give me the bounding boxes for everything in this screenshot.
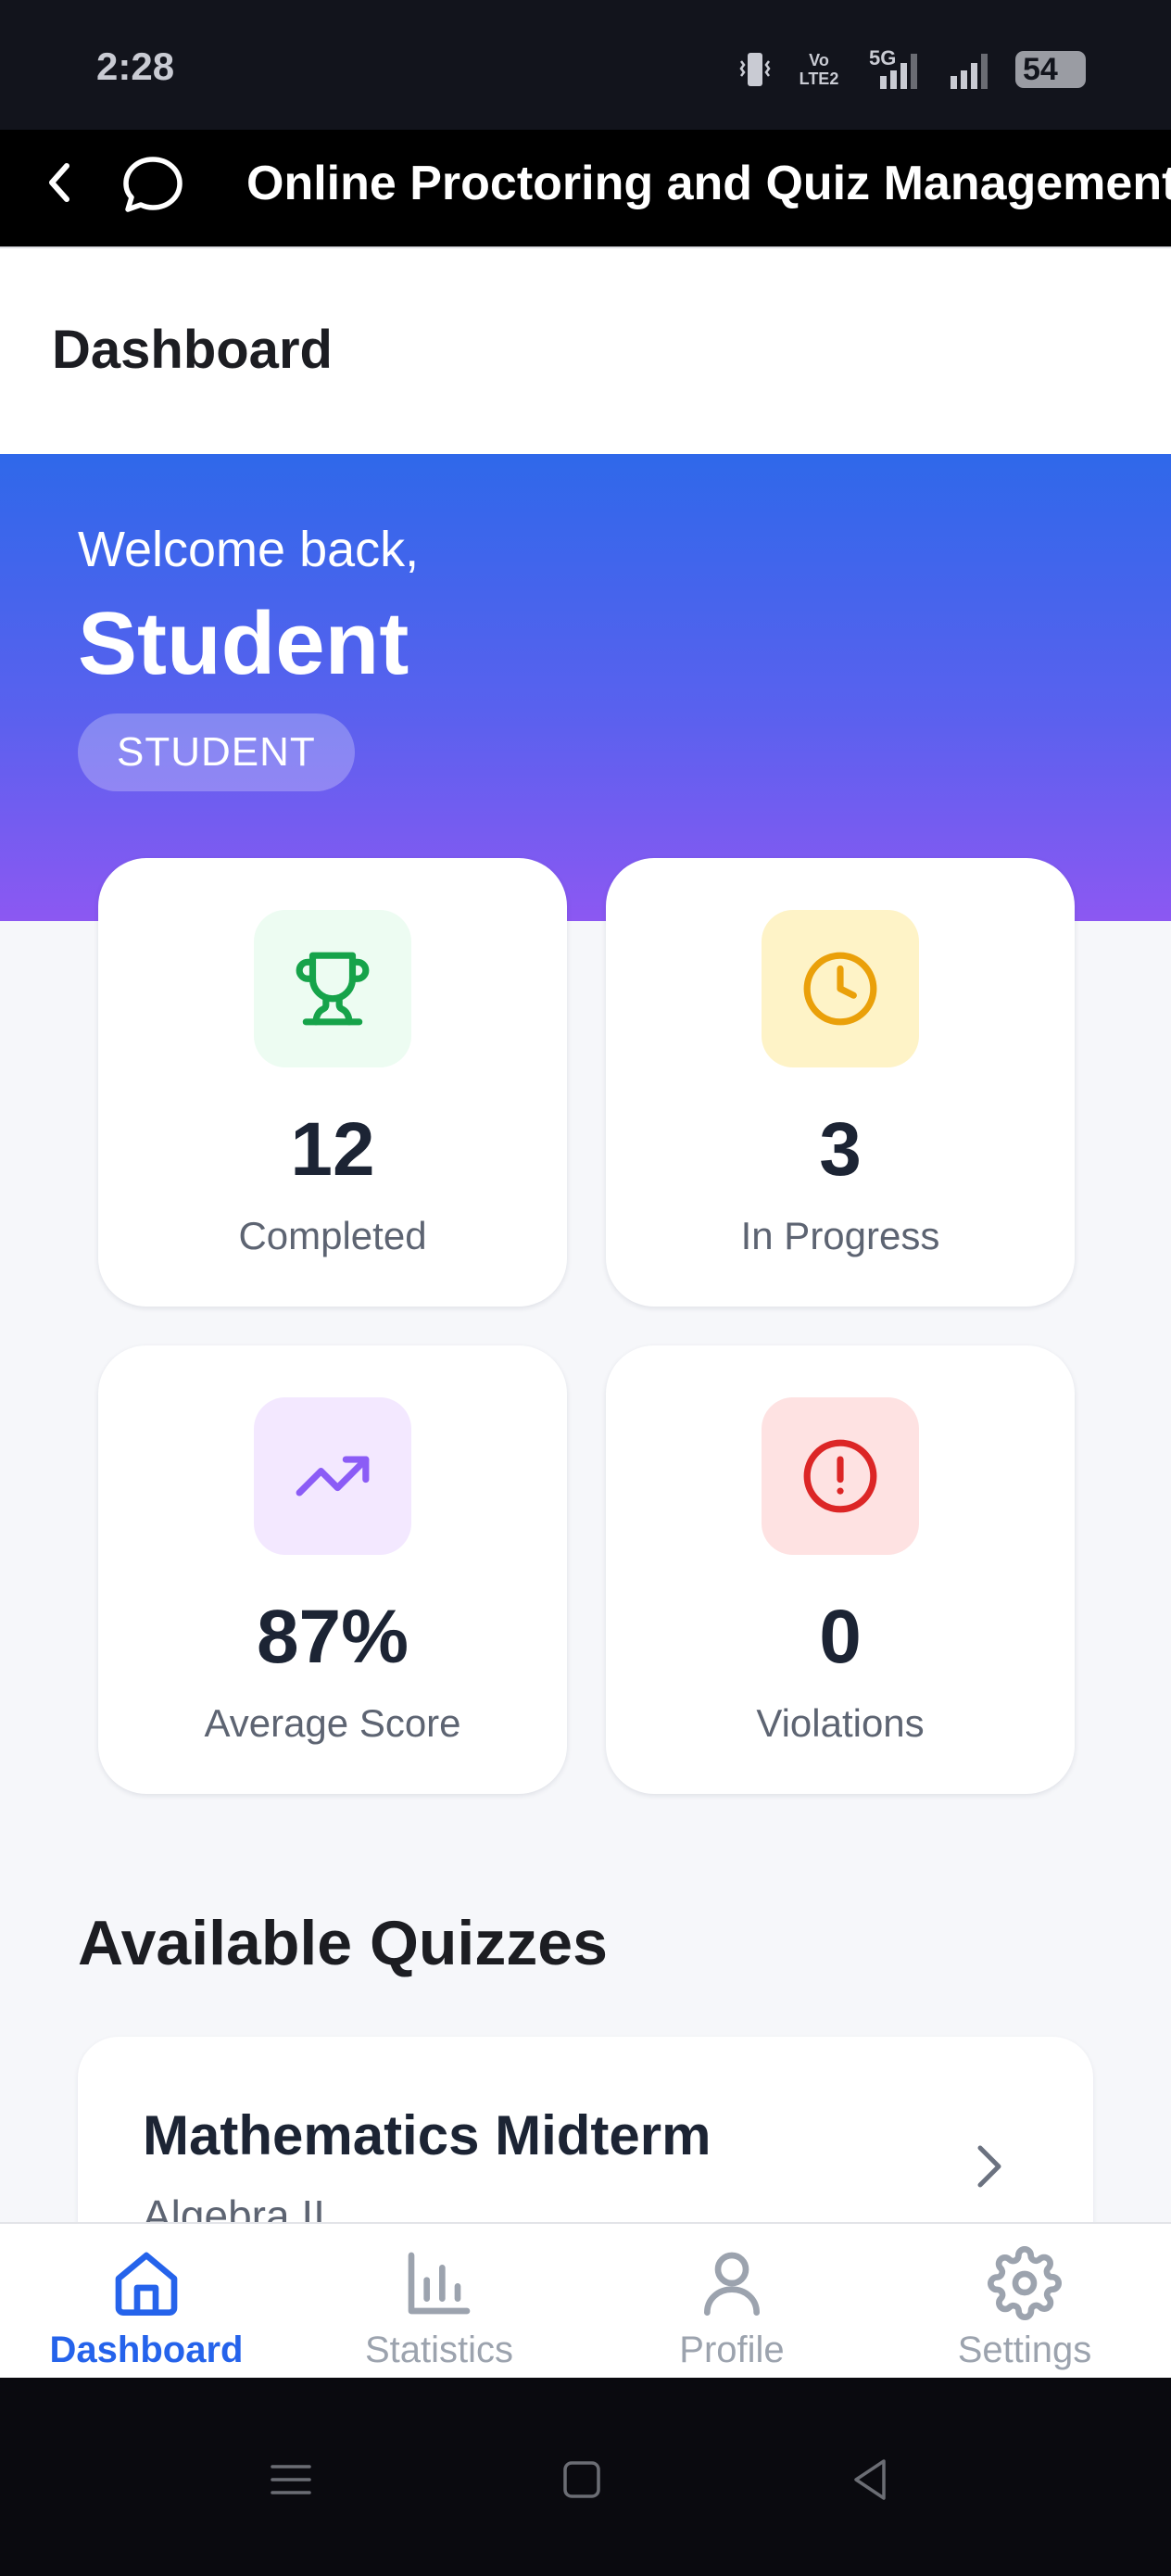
- signal-icon-secondary: [951, 54, 988, 89]
- nav-item-dashboard[interactable]: Dashboard: [0, 2224, 293, 2378]
- quiz-title: Mathematics Midterm: [143, 2104, 711, 2166]
- quiz-subtitle: Algebra II: [143, 2191, 325, 2222]
- signal-icon: [880, 54, 917, 89]
- nav-label: Statistics: [364, 2330, 514, 2370]
- vibrate-icon: [739, 53, 771, 86]
- stat-card-in-progress[interactable]: 3 In Progress: [606, 858, 1075, 1307]
- welcome-banner: Welcome back, Student STUDENT: [0, 454, 1171, 921]
- stat-card-violations[interactable]: 0 Violations: [606, 1345, 1075, 1794]
- network-label: Vo LTE2: [793, 51, 845, 88]
- bottom-nav: Dashboard Statistics Profile Settings: [0, 2222, 1171, 2378]
- stat-label: Average Score: [204, 1701, 461, 1745]
- stat-label: Completed: [238, 1214, 427, 1257]
- nav-item-profile[interactable]: Profile: [586, 2224, 878, 2378]
- status-bar: 2:28 Vo LTE2 5G 54: [0, 0, 1171, 130]
- nav-item-statistics[interactable]: Statistics: [293, 2224, 586, 2378]
- trending-up-icon: [296, 1456, 370, 1496]
- signal-5g: 5G: [862, 46, 930, 91]
- app-bar: Online Proctoring and Quiz Management: [0, 130, 1171, 246]
- gear-icon: [988, 2246, 1062, 2320]
- welcome-text: Welcome back,: [78, 522, 420, 577]
- status-icons: Vo LTE2 5G 54: [734, 46, 1086, 93]
- stat-icon-bg: [254, 1397, 411, 1555]
- back-triangle-icon[interactable]: [843, 2452, 899, 2507]
- stat-value: 12: [290, 1107, 375, 1192]
- stat-icon-bg: [762, 910, 919, 1067]
- menu-icon[interactable]: [263, 2452, 319, 2507]
- main-content[interactable]: Dashboard Welcome back, Student STUDENT …: [0, 246, 1171, 2222]
- status-time: 2:28: [96, 44, 175, 88]
- stat-value: 3: [819, 1107, 862, 1192]
- user-name: Student: [78, 594, 409, 693]
- trophy-icon: [296, 952, 370, 1026]
- stat-icon-bg: [254, 910, 411, 1067]
- stat-value: 87%: [256, 1595, 409, 1679]
- system-nav-bar: [0, 2378, 1171, 2576]
- stat-value: 0: [819, 1595, 862, 1679]
- quiz-card[interactable]: Mathematics Midterm Algebra II: [78, 2037, 1093, 2222]
- home-button-icon[interactable]: [554, 2452, 610, 2507]
- stat-label: Violations: [756, 1701, 925, 1745]
- page-header: Dashboard: [0, 246, 1171, 454]
- stat-card-completed[interactable]: 12 Completed: [98, 858, 567, 1307]
- user-icon: [704, 2252, 760, 2316]
- battery-icon: 54: [1015, 51, 1086, 88]
- nav-label: Settings: [957, 2330, 1092, 2370]
- battery-level: 54: [1023, 52, 1058, 87]
- section-title-available-quizzes: Available Quizzes: [78, 1908, 608, 1978]
- page-title: Dashboard: [52, 320, 333, 380]
- back-icon[interactable]: [41, 153, 78, 212]
- bar-chart-icon: [408, 2252, 471, 2315]
- nav-label: Profile: [679, 2330, 785, 2370]
- home-icon: [115, 2252, 178, 2316]
- app-title: Online Proctoring and Quiz Management: [246, 157, 1171, 210]
- alert-circle-icon: [803, 1439, 877, 1513]
- role-badge: STUDENT: [78, 713, 355, 791]
- stat-card-average-score[interactable]: 87% Average Score: [98, 1345, 567, 1794]
- stat-label: In Progress: [740, 1214, 940, 1257]
- stat-icon-bg: [762, 1397, 919, 1555]
- clock-icon: [803, 952, 877, 1026]
- volte-label: Vo LTE2: [799, 51, 839, 88]
- chat-icon[interactable]: [120, 154, 185, 215]
- chevron-right-icon[interactable]: [971, 2139, 1008, 2194]
- nav-label: Dashboard: [49, 2330, 244, 2370]
- nav-item-settings[interactable]: Settings: [878, 2224, 1171, 2378]
